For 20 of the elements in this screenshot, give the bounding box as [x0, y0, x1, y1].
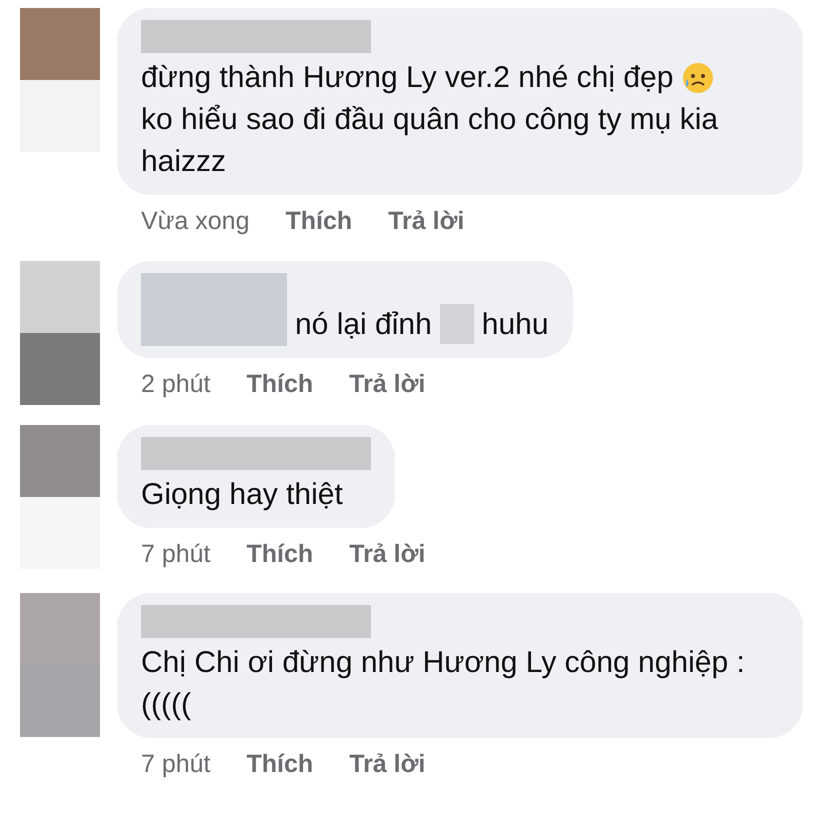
- comment-time: 2 phút: [141, 368, 211, 400]
- comment-time: Vừa xong: [141, 206, 250, 237]
- reply-link[interactable]: Trả lời: [349, 536, 426, 573]
- reply-link[interactable]: Trả lời: [388, 203, 464, 240]
- comment-time: 7 phút: [141, 538, 211, 570]
- redaction-block: [440, 304, 474, 344]
- comment-text: đừng thành Hương Ly ver.2 nhé chị đẹp: [141, 60, 674, 96]
- comment-text: huhu: [482, 306, 549, 342]
- like-link[interactable]: Thích: [246, 746, 314, 784]
- reply-link[interactable]: Trả lời: [349, 366, 426, 403]
- like-link[interactable]: Thích: [285, 203, 352, 240]
- like-link[interactable]: Thích: [246, 536, 314, 573]
- comment-text: Giọng hay thiệt: [141, 476, 343, 512]
- comment-text: ko hiểu sao đi đầu quân cho công ty mụ kia haizzz: [141, 102, 720, 180]
- reply-link[interactable]: Trả lời: [349, 746, 426, 784]
- like-link[interactable]: Thích: [246, 366, 314, 403]
- comment-text: Chị Chi ơi đừng như Hương Ly công nghiệp : (((((: [141, 645, 746, 723]
- sad-face-icon: [681, 61, 716, 95]
- comment-time: 7 phút: [141, 749, 211, 780]
- comment-text: nó lại đỉnh: [295, 306, 432, 342]
